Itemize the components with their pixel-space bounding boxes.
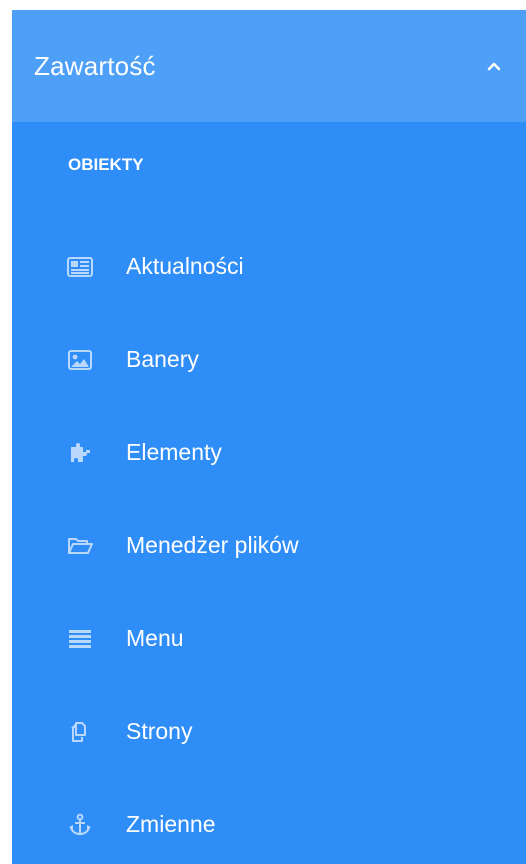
content-section-toggle[interactable]: Zawartość — [12, 10, 526, 122]
nav-item-banery[interactable]: Banery — [12, 313, 526, 406]
objects-section-label: OBIEKTY — [68, 155, 144, 174]
nav-item-label: Banery — [126, 346, 199, 372]
nav-item-menu[interactable]: Menu — [12, 592, 526, 685]
nav-item-label: Zmienne — [126, 811, 216, 837]
nav-item-aktualnosci[interactable]: Aktualności — [12, 220, 526, 313]
sidebar-panel: Zawartość OBIEKTY Aktualności Banery Ele… — [12, 10, 526, 864]
image-icon — [67, 347, 93, 373]
puzzle-icon — [67, 440, 93, 466]
nav-item-elementy[interactable]: Elementy — [12, 406, 526, 499]
list-icon — [67, 626, 93, 652]
nav-item-label: Aktualności — [126, 253, 244, 279]
newspaper-icon — [67, 254, 93, 280]
nav-list: Aktualności Banery Elementy Menedżer pli… — [12, 220, 526, 864]
nav-item-label: Elementy — [126, 439, 222, 465]
nav-item-label: Menu — [126, 625, 184, 651]
nav-item-label: Menedżer plików — [126, 532, 299, 558]
copy-icon — [67, 719, 93, 745]
nav-item-label: Strony — [126, 718, 193, 744]
chevron-up-icon — [484, 56, 504, 76]
nav-item-zmienne[interactable]: Zmienne — [12, 778, 526, 864]
anchor-icon — [67, 812, 93, 838]
folder-open-icon — [67, 533, 93, 559]
nav-item-strony[interactable]: Strony — [12, 685, 526, 778]
nav-item-menedzer-plikow[interactable]: Menedżer plików — [12, 499, 526, 592]
section-title: Zawartość — [34, 50, 156, 81]
